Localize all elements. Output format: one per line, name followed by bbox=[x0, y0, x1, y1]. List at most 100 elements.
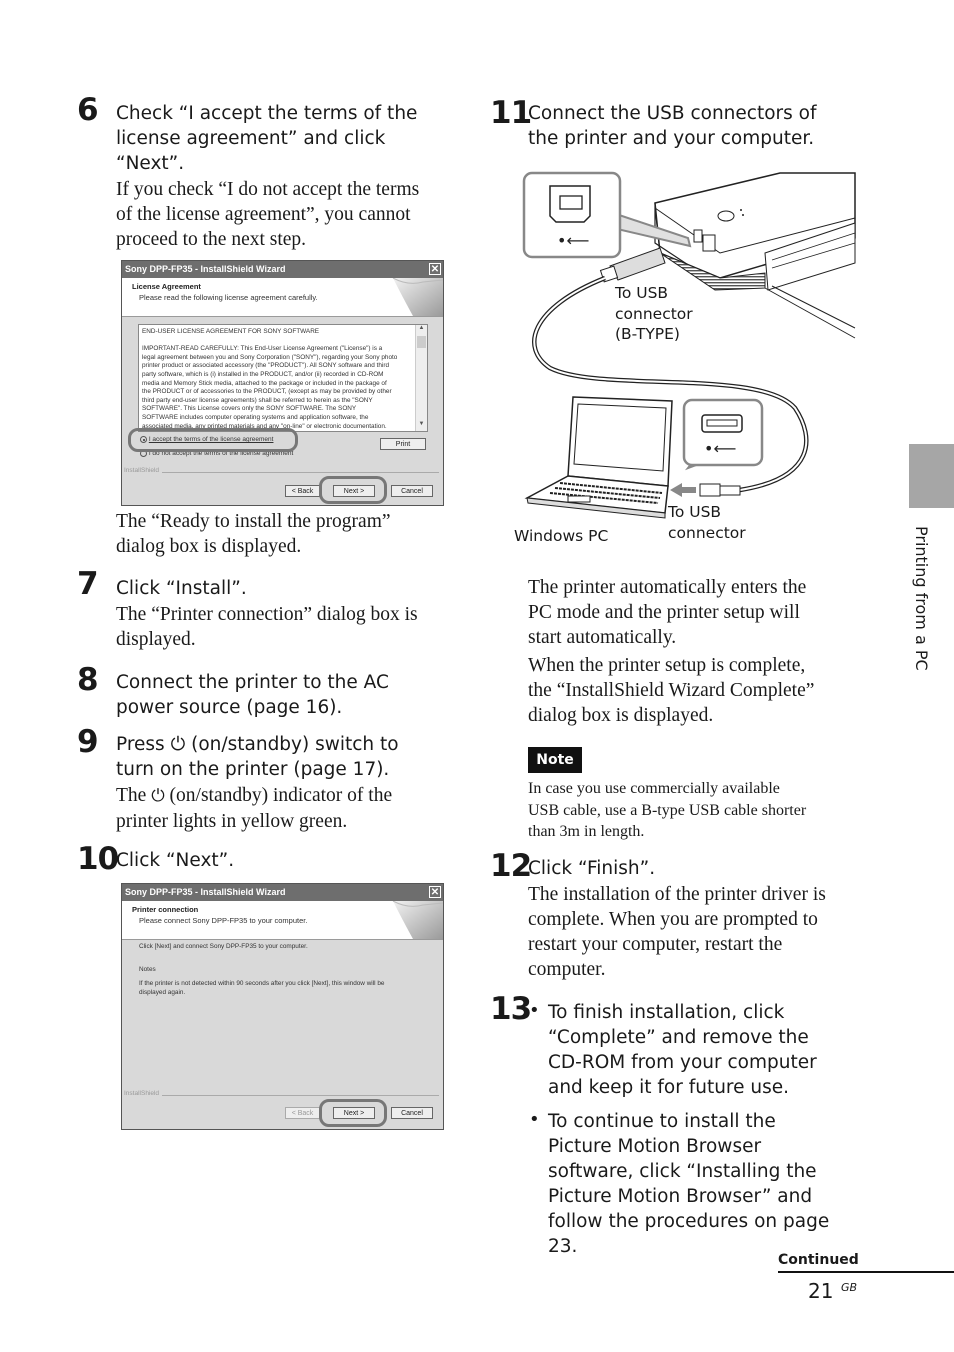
step-11-heading: Connect the USB connectors of the printe… bbox=[528, 101, 817, 151]
step-8-heading-line: Connect the printer to the AC bbox=[116, 672, 389, 693]
page-number: 21 bbox=[808, 1279, 834, 1303]
usb-a-connector-callout: •⟵ bbox=[682, 398, 764, 471]
step-11-heading-line: Connect the USB connectors of bbox=[528, 103, 817, 124]
footer-separator bbox=[124, 1095, 439, 1096]
laptop-icon bbox=[524, 396, 673, 519]
step-7-number: 7 bbox=[77, 566, 99, 602]
cancel-button[interactable]: Cancel bbox=[391, 485, 433, 497]
step-13-bullet-2: To continue to install the Picture Motio… bbox=[548, 1109, 829, 1259]
step-12-heading: Click “Finish”. bbox=[528, 858, 656, 879]
step-8-number: 8 bbox=[77, 662, 99, 698]
next-button-highlight bbox=[319, 1099, 387, 1127]
page-region: GB bbox=[841, 1281, 858, 1294]
step-6-number: 6 bbox=[77, 92, 99, 128]
step-6-heading: Check “I accept the terms of the license… bbox=[116, 101, 417, 176]
step-13-number: 13 bbox=[490, 991, 532, 1027]
next-button-highlight bbox=[319, 476, 387, 504]
back-button[interactable]: < Back bbox=[285, 485, 320, 497]
step-6-heading-line: license agreement” and click bbox=[116, 128, 386, 149]
installshield-brand: InstallShield bbox=[124, 467, 163, 474]
scroll-down-icon[interactable]: ▼ bbox=[416, 421, 427, 431]
dialog-header: Printer connection Please connect Sony D… bbox=[122, 901, 443, 940]
license-line bbox=[142, 337, 412, 346]
step-9-body-text: The bbox=[116, 785, 147, 806]
step-12-body-line: The installation of the printer driver i… bbox=[528, 884, 826, 905]
step-9-heading: Press ⏻ (on/standby) switch to turn on t… bbox=[116, 732, 399, 782]
dialog-title: Sony DPP-FP35 - InstallShield Wizard bbox=[125, 887, 286, 897]
license-text: END-USER LICENSE AGREEMENT FOR SONY SOFT… bbox=[142, 328, 412, 431]
step-9-heading-line: turn on the printer (page 17). bbox=[116, 759, 390, 780]
step-11-body-line: When the printer setup is complete, bbox=[528, 655, 806, 676]
usb-connection-illustration: •⟵ •⟵ bbox=[522, 171, 856, 519]
step-12-body-line: computer. bbox=[528, 959, 606, 980]
usb-symbol-icon: •⟵ bbox=[704, 439, 736, 458]
label-line: connector bbox=[668, 523, 746, 542]
wizard-decoration-icon bbox=[392, 901, 443, 939]
license-scrollbar[interactable]: ▲ ▼ bbox=[415, 325, 427, 431]
step-11-body-line: PC mode and the printer setup will bbox=[528, 602, 800, 623]
footer-rule bbox=[778, 1271, 954, 1273]
section-tab-label: Printing from a PC bbox=[912, 526, 931, 671]
printer-connection-dialog: Sony DPP-FP35 - InstallShield Wizard ✕ P… bbox=[121, 883, 444, 1130]
license-line: the PRODUCT or of accessories to the PRO… bbox=[142, 388, 392, 396]
print-button[interactable]: Print bbox=[380, 438, 426, 450]
cancel-button[interactable]: Cancel bbox=[391, 1107, 433, 1119]
close-icon[interactable]: ✕ bbox=[429, 263, 441, 275]
label-line: connector bbox=[615, 304, 693, 323]
license-line: printer product or associated accessory … bbox=[142, 362, 390, 370]
notes-text: If the printer is not detected within 90… bbox=[139, 980, 384, 997]
footer-separator bbox=[124, 472, 439, 473]
step-13-line: and keep it for future use. bbox=[548, 1077, 790, 1098]
note-line: USB cable, use a B-type USB cable shorte… bbox=[528, 801, 807, 819]
step-13-bullet-1: To finish installation, click “Complete”… bbox=[548, 1000, 817, 1100]
step-6-body-line: proceed to the next step. bbox=[116, 229, 307, 250]
dialog-header-subtitle: Please read the following license agreem… bbox=[139, 293, 318, 302]
printer-usb-label: To USB connector (B-TYPE) bbox=[615, 283, 693, 345]
step-13-line: To finish installation, click bbox=[548, 1002, 785, 1023]
scroll-up-icon[interactable]: ▲ bbox=[416, 325, 427, 335]
step-12-body-line: complete. When you are prompted to bbox=[528, 909, 818, 930]
label-line: To USB bbox=[668, 503, 722, 521]
step-9-body-text: (on/standby) indicator of the bbox=[164, 785, 393, 806]
step-7-body-line: displayed. bbox=[116, 629, 196, 650]
continued-label: Continued bbox=[778, 1252, 859, 1268]
dialog-titlebar: Sony DPP-FP35 - InstallShield Wizard ✕ bbox=[122, 884, 443, 901]
note-badge: Note bbox=[528, 747, 582, 773]
dialog-title: Sony DPP-FP35 - InstallShield Wizard bbox=[125, 264, 286, 274]
step-12-number: 12 bbox=[490, 848, 532, 884]
dialog-header: License Agreement Please read the follow… bbox=[122, 278, 443, 317]
note-text: In case you use commercially available U… bbox=[528, 778, 806, 843]
wizard-decoration-icon bbox=[392, 278, 443, 316]
step-10-heading: Click “Next”. bbox=[116, 850, 235, 871]
license-line: SOFTWARE includes computer operating sys… bbox=[142, 413, 369, 421]
step-13-line: Picture Motion Browser” and bbox=[548, 1186, 813, 1207]
bullet-icon: • bbox=[529, 1000, 540, 1021]
step-9-heading-text: Press bbox=[116, 734, 165, 755]
step-7-body-line: The “Printer connection” dialog box is bbox=[116, 604, 418, 625]
step-11-body-line: the “InstallShield Wizard Complete” bbox=[528, 680, 815, 701]
step-7-body: The “Printer connection” dialog box is d… bbox=[116, 602, 418, 652]
step-11-heading-line: the printer and your computer. bbox=[528, 128, 815, 149]
back-button[interactable]: < Back bbox=[285, 1107, 320, 1119]
notes-line: displayed again. bbox=[139, 988, 186, 996]
windows-pc-label: Windows PC bbox=[514, 527, 609, 545]
step-6-body-line: of the license agreement”, you cannot bbox=[116, 204, 411, 225]
notes-line: If the printer is not detected within 90… bbox=[139, 980, 385, 987]
label-line: (B-TYPE) bbox=[615, 325, 680, 343]
license-line: party software, which is (i) installed i… bbox=[142, 370, 384, 378]
installshield-brand: InstallShield bbox=[124, 1090, 163, 1097]
power-icon: ⏻ bbox=[151, 786, 165, 806]
dialog-header-title: Printer connection bbox=[132, 905, 199, 914]
license-text-area[interactable]: END-USER LICENSE AGREEMENT FOR SONY SOFT… bbox=[138, 324, 428, 432]
close-icon[interactable]: ✕ bbox=[429, 886, 441, 898]
step-13-line: To continue to install the bbox=[548, 1111, 776, 1132]
step-6-body: If you check “I do not accept the terms … bbox=[116, 177, 419, 252]
license-line: legal agreement between you and Sony Cor… bbox=[142, 353, 398, 361]
label-line: To USB bbox=[615, 284, 669, 302]
dialog-header-subtitle: Please connect Sony DPP-FP35 to your com… bbox=[139, 916, 308, 925]
scroll-thumb[interactable] bbox=[417, 336, 426, 348]
step-6-body-line: If you check “I do not accept the terms bbox=[116, 179, 420, 200]
license-line: SOFTWARE". This License covers only the … bbox=[142, 405, 357, 413]
step-6-heading-line: “Next”. bbox=[116, 153, 185, 174]
step-6-result-line: dialog box is displayed. bbox=[116, 536, 302, 557]
